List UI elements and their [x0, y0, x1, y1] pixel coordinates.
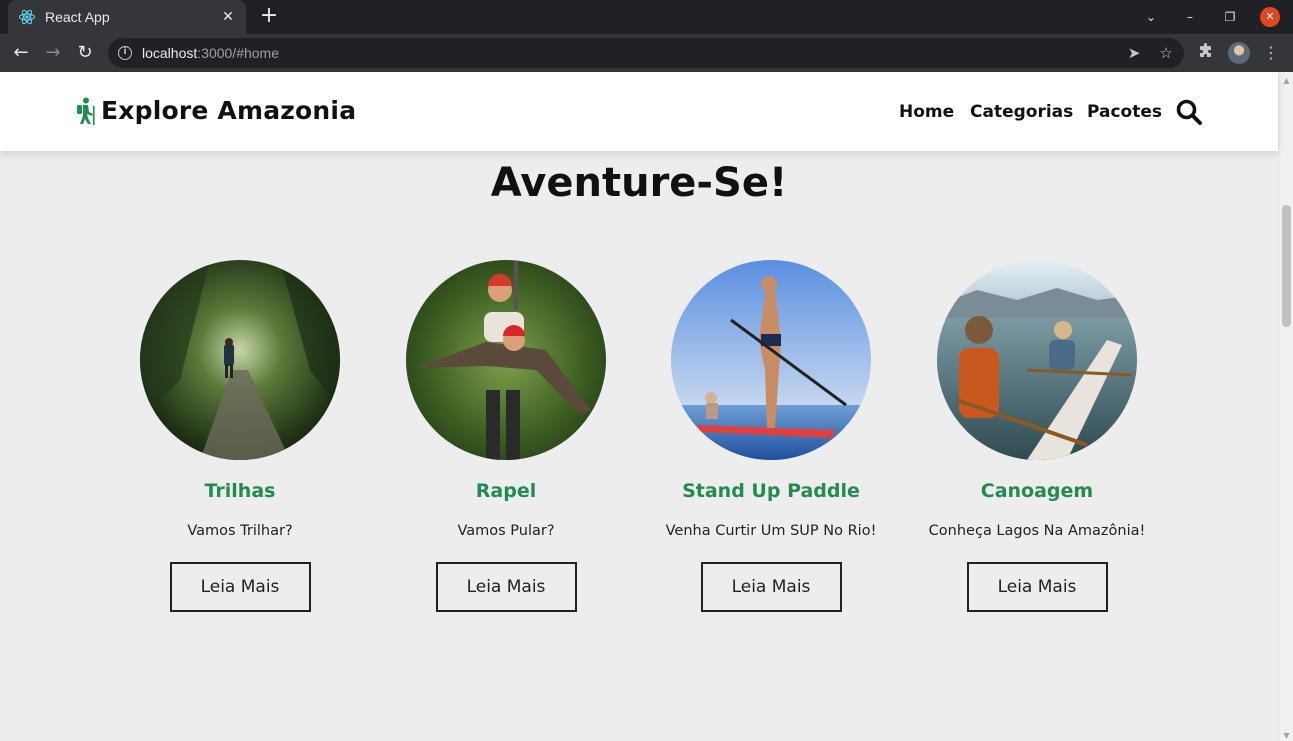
brand-logo[interactable]: Explore Amazonia: [75, 96, 356, 125]
forward-arrow-icon[interactable]: →: [42, 42, 64, 64]
reload-icon[interactable]: ↻: [74, 42, 96, 64]
trail-photo: [140, 260, 340, 460]
address-bar[interactable]: i localhost:3000/#home ➤ ☆: [108, 38, 1184, 68]
activity-card-stand-up-paddle: Stand Up Paddle Venha Curtir Um SUP No R…: [638, 260, 904, 612]
extensions-puzzle-icon[interactable]: [1196, 43, 1216, 63]
activity-card-trilhas: Trilhas Vamos Trilhar? Leia Mais: [107, 260, 373, 612]
site-header: Explore Amazonia Home Categorias Pacotes: [0, 72, 1278, 151]
card-description: Venha Curtir Um SUP No Rio!: [665, 523, 877, 539]
minimize-button[interactable]: –: [1180, 7, 1200, 27]
scroll-up-arrow-icon[interactable]: ▲: [1282, 76, 1291, 85]
card-description: Conheça Lagos Na Amazônia!: [928, 523, 1146, 539]
tab-search-chevron-icon[interactable]: ⌄: [1141, 7, 1161, 27]
url-path: :3000/#home: [197, 45, 279, 61]
restore-button[interactable]: ❐: [1220, 7, 1240, 27]
bookmark-star-icon[interactable]: ☆: [1157, 44, 1175, 62]
canoe-photo: [937, 260, 1137, 460]
card-title: Canoagem: [980, 480, 1094, 502]
card-title: Stand Up Paddle: [682, 480, 860, 502]
browser-menu-kebab-icon[interactable]: ⋮: [1261, 43, 1281, 63]
leia-mais-button[interactable]: Leia Mais: [966, 562, 1108, 612]
page-scrollbar[interactable]: ▲ ▼: [1278, 72, 1293, 741]
card-title: Trilhas: [204, 480, 276, 502]
scroll-down-arrow-icon[interactable]: ▼: [1282, 731, 1291, 740]
hiking-icon: [75, 97, 97, 125]
card-description: Vamos Trilhar?: [187, 523, 293, 539]
brand-name: Explore Amazonia: [101, 96, 357, 125]
leia-mais-button[interactable]: Leia Mais: [169, 562, 311, 612]
nav-link-categorias[interactable]: Categorias: [970, 102, 1073, 122]
browser-tab[interactable]: React App ✕: [8, 0, 246, 34]
activity-card-canoagem: Canoagem Conheça Lagos Na Amazônia! Leia…: [904, 260, 1170, 612]
zipline-photo: [406, 260, 606, 460]
site-info-icon[interactable]: i: [118, 46, 132, 60]
back-arrow-icon[interactable]: ←: [10, 42, 32, 64]
activity-card-rapel: Rapel Vamos Pular? Leia Mais: [373, 260, 639, 612]
paddleboard-photo: [671, 260, 871, 460]
card-description: Vamos Pular?: [457, 523, 555, 539]
send-icon[interactable]: ➤: [1125, 44, 1143, 62]
window-close-button[interactable]: ✕: [1260, 7, 1280, 27]
section-title: Aventure-Se!: [490, 160, 788, 206]
leia-mais-button[interactable]: Leia Mais: [700, 562, 842, 612]
scrollbar-thumb[interactable]: [1282, 205, 1291, 327]
browser-tab-strip: React App ✕ + ⌄ – ❐ ✕: [0, 0, 1293, 34]
tab-title: React App: [45, 9, 110, 25]
profile-avatar[interactable]: [1228, 42, 1250, 64]
tab-close-icon[interactable]: ✕: [220, 9, 236, 25]
nav-link-home[interactable]: Home: [899, 102, 954, 122]
new-tab-button[interactable]: +: [258, 5, 280, 27]
browser-toolbar: ← → ↻ i localhost:3000/#home ➤ ☆ ⋮: [0, 34, 1293, 72]
leia-mais-button[interactable]: Leia Mais: [435, 562, 577, 612]
search-icon[interactable]: [1175, 98, 1203, 126]
react-favicon-icon: [18, 8, 36, 26]
nav-link-pacotes[interactable]: Pacotes: [1087, 102, 1162, 122]
card-title: Rapel: [475, 480, 537, 502]
url-host: localhost: [142, 45, 198, 61]
